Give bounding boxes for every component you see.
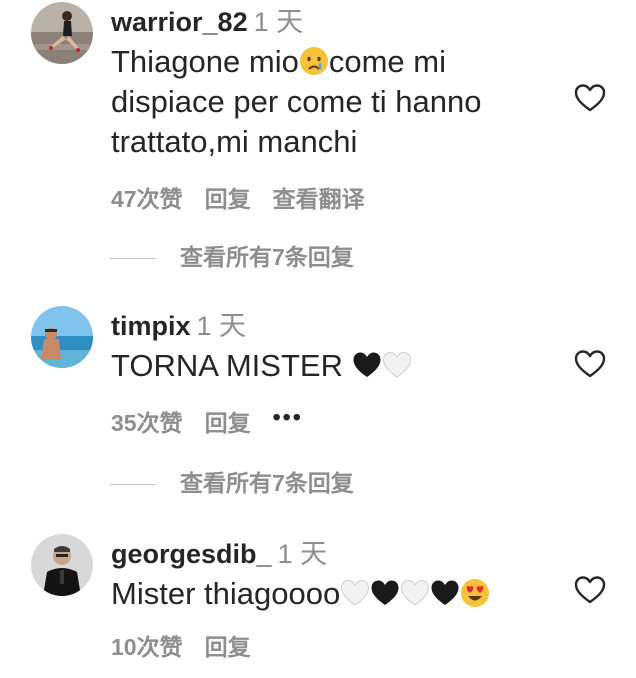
likes-count[interactable]: 47次赞 — [111, 186, 183, 212]
white-heart-emoji — [400, 578, 430, 608]
translate-button[interactable]: 查看翻译 — [273, 186, 365, 212]
black-heart-emoji — [352, 350, 382, 380]
username[interactable]: timpix — [111, 311, 191, 341]
reply-button[interactable]: 回复 — [205, 634, 251, 660]
timestamp: 1 天 — [253, 7, 304, 37]
view-replies-label[interactable]: 查看所有7条回复 — [180, 470, 354, 496]
comment-actions: 47次赞 回复 查看翻译 — [111, 184, 566, 214]
white-heart-emoji — [340, 578, 370, 608]
comment-text: Mister thiagoooo — [111, 574, 566, 614]
comment-header: warrior_82 1 天 — [111, 4, 566, 40]
white-heart-emoji — [382, 350, 412, 380]
reply-button[interactable]: 回复 — [205, 410, 251, 436]
view-replies-button[interactable]: 查看所有7条回复 — [110, 242, 354, 272]
avatar[interactable] — [31, 306, 93, 368]
comment-text-part: TORNA MISTER — [111, 348, 352, 383]
heart-eyes-emoji — [460, 578, 490, 608]
comment-actions: 35次赞 回复 ••• — [111, 404, 566, 438]
reply-button[interactable]: 回复 — [205, 186, 251, 212]
avatar[interactable] — [31, 534, 93, 596]
divider-line — [110, 484, 156, 486]
heart-outline-icon[interactable] — [574, 574, 606, 606]
comment-text-part: Thiagone mio — [111, 44, 299, 79]
timestamp: 1 天 — [277, 539, 328, 569]
crying-face-emoji — [299, 46, 329, 76]
comment-header: timpix 1 天 — [111, 308, 566, 344]
username[interactable]: georgesdib_ — [111, 539, 272, 569]
timestamp: 1 天 — [196, 311, 247, 341]
view-replies-label[interactable]: 查看所有7条回复 — [180, 244, 354, 270]
heart-outline-icon[interactable] — [574, 348, 606, 380]
username[interactable]: warrior_82 — [111, 7, 248, 37]
likes-count[interactable]: 10次赞 — [111, 634, 183, 660]
more-options-icon[interactable]: ••• — [273, 404, 303, 430]
comment-actions: 10次赞 回复 — [111, 632, 566, 662]
comment-header: georgesdib_ 1 天 — [111, 536, 566, 572]
comment-text-part: Mister thiagoooo — [111, 576, 341, 611]
view-replies-button[interactable]: 查看所有7条回复 — [110, 468, 354, 498]
divider-line — [110, 258, 156, 260]
likes-count[interactable]: 35次赞 — [111, 410, 183, 436]
avatar[interactable] — [31, 2, 93, 64]
black-heart-emoji — [370, 578, 400, 608]
black-heart-emoji — [430, 578, 460, 608]
comment-text: Thiagone mio come mi dispiace per come ti… — [111, 42, 566, 162]
heart-outline-icon[interactable] — [574, 82, 606, 114]
comment-text: TORNA MISTER — [111, 346, 566, 386]
